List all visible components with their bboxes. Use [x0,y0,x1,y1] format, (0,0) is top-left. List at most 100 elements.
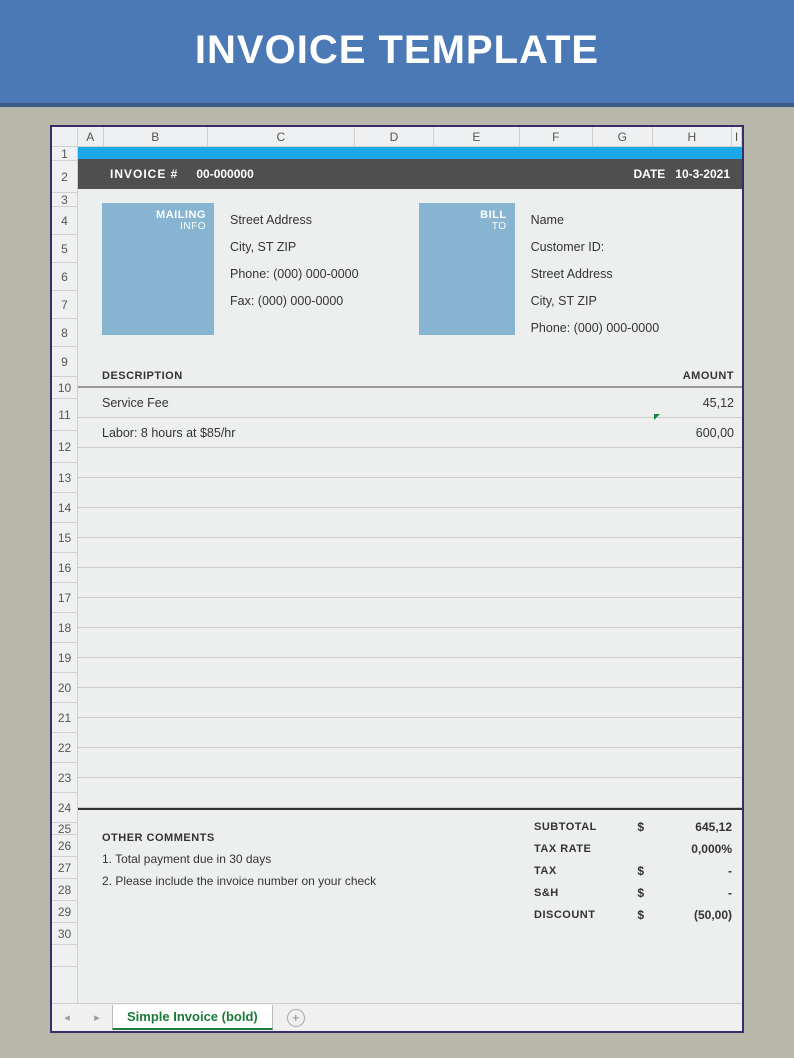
nav-next-icon[interactable]: ▸ [94,1011,100,1024]
comments-block: OTHER COMMENTS 1. Total payment due in 3… [102,816,534,926]
row-header[interactable]: 18 [52,613,77,643]
total-row: TAX RATE0,000% [534,838,734,860]
date-value: 10-3-2021 [675,167,730,181]
mailing-text: Street Address City, ST ZIP Phone: (000)… [214,203,359,342]
line-item-amount: 45,12 [654,396,734,410]
line-item-row[interactable] [78,628,742,658]
row-header[interactable]: 26 [52,835,77,857]
row-header[interactable]: 5 [52,235,77,263]
row-header[interactable]: 22 [52,733,77,763]
row-header[interactable]: 24 [52,793,77,823]
billto-line: Name [531,207,660,234]
line-item-row[interactable] [78,658,742,688]
mailing-line: City, ST ZIP [230,234,359,261]
mailing-info-box: MAILING INFO [102,203,214,335]
page-banner: INVOICE TEMPLATE [0,0,794,107]
select-all-cell[interactable] [52,127,78,146]
row-header[interactable]: 23 [52,763,77,793]
col-header[interactable]: I [732,127,742,146]
col-header[interactable]: D [355,127,434,146]
line-item-row[interactable] [78,538,742,568]
row-header[interactable]: 20 [52,673,77,703]
row-header[interactable]: 28 [52,879,77,901]
line-item-row[interactable] [78,568,742,598]
line-item-desc: Service Fee [102,396,654,410]
info-row: MAILING INFO Street Address City, ST ZIP… [78,203,742,342]
sheet-nav[interactable]: ◂ ▸ [52,1011,112,1024]
row-header[interactable]: 7 [52,291,77,319]
comments-title: OTHER COMMENTS [102,832,534,844]
row-header[interactable]: 16 [52,553,77,583]
amount-col-label: AMOUNT [654,370,734,382]
line-item-row[interactable] [78,688,742,718]
add-sheet-button[interactable]: + [287,1009,305,1027]
row-header[interactable]: 29 [52,901,77,923]
row-header[interactable]: 30 [52,923,77,945]
col-header[interactable]: C [208,127,355,146]
col-header[interactable]: G [593,127,653,146]
row-header[interactable]: 19 [52,643,77,673]
comment-line: 2. Please include the invoice number on … [102,874,534,888]
row-header[interactable]: 17 [52,583,77,613]
line-item-row[interactable]: Service Fee45,12 [78,388,742,418]
total-currency: $ [624,864,644,878]
mailing-line: Phone: (000) 000-0000 [230,261,359,288]
line-item-row[interactable] [78,478,742,508]
line-item-row[interactable] [78,448,742,478]
date-label: DATE [634,167,666,181]
col-header[interactable]: B [104,127,208,146]
top-accent-bar [78,147,742,159]
footer-area: OTHER COMMENTS 1. Total payment due in 3… [78,810,742,926]
comment-line: 1. Total payment due in 30 days [102,852,534,866]
line-item-row[interactable] [78,718,742,748]
billto-line: Phone: (000) 000-0000 [531,315,660,342]
col-header[interactable]: H [653,127,732,146]
row-header[interactable]: 27 [52,857,77,879]
billto-line: Customer ID: [531,234,660,261]
line-item-row[interactable] [78,778,742,808]
invoice-label: INVOICE # [110,167,178,181]
total-label: TAX RATE [534,843,624,855]
total-value: (50,00) [644,908,734,922]
banner-title: INVOICE TEMPLATE [0,28,794,73]
row-header[interactable]: 21 [52,703,77,733]
mailing-title: MAILING [110,209,206,221]
sheet-area[interactable]: INVOICE # 00-000000 DATE 10-3-2021 MAILI… [78,147,742,1005]
row-header[interactable]: 9 [52,347,77,377]
description-header: DESCRIPTION AMOUNT [78,370,742,388]
row-header[interactable]: 2 [52,161,77,193]
total-value: - [644,864,734,878]
row-header[interactable]: 25 [52,823,77,835]
row-header[interactable]: 13 [52,463,77,493]
row-header[interactable]: 3 [52,193,77,207]
row-header[interactable]: 4 [52,207,77,235]
line-item-row[interactable] [78,508,742,538]
line-item-row[interactable] [78,598,742,628]
column-headers: A B C D E F G H I [52,127,742,147]
row-header[interactable]: 10 [52,377,77,399]
row-header[interactable]: 14 [52,493,77,523]
row-header[interactable]: 1 [52,147,77,161]
line-item-amount: 600,00 [654,426,734,440]
line-item-row[interactable] [78,748,742,778]
row-header[interactable]: 8 [52,319,77,347]
billto-line: Street Address [531,261,660,288]
line-item-row[interactable]: Labor: 8 hours at $85/hr600,00 [78,418,742,448]
excel-window: A B C D E F G H I 1234567891011121314151… [50,125,744,1033]
row-header[interactable]: 11 [52,399,77,431]
mailing-line: Street Address [230,207,359,234]
nav-prev-icon[interactable]: ◂ [64,1011,70,1024]
col-header[interactable]: E [434,127,519,146]
col-header[interactable]: A [78,127,104,146]
col-header[interactable]: F [520,127,593,146]
row-headers: 1234567891011121314151617181920212223242… [52,147,78,1005]
total-currency: $ [624,820,644,834]
total-value: 645,12 [644,820,734,834]
row-header[interactable]: 12 [52,431,77,463]
billto-title: BILL [427,209,507,221]
sheet-tab-active[interactable]: Simple Invoice (bold) [112,1005,273,1030]
row-header[interactable]: 6 [52,263,77,291]
invoice-number: 00-000000 [196,167,253,181]
row-header[interactable] [52,945,77,967]
row-header[interactable]: 15 [52,523,77,553]
